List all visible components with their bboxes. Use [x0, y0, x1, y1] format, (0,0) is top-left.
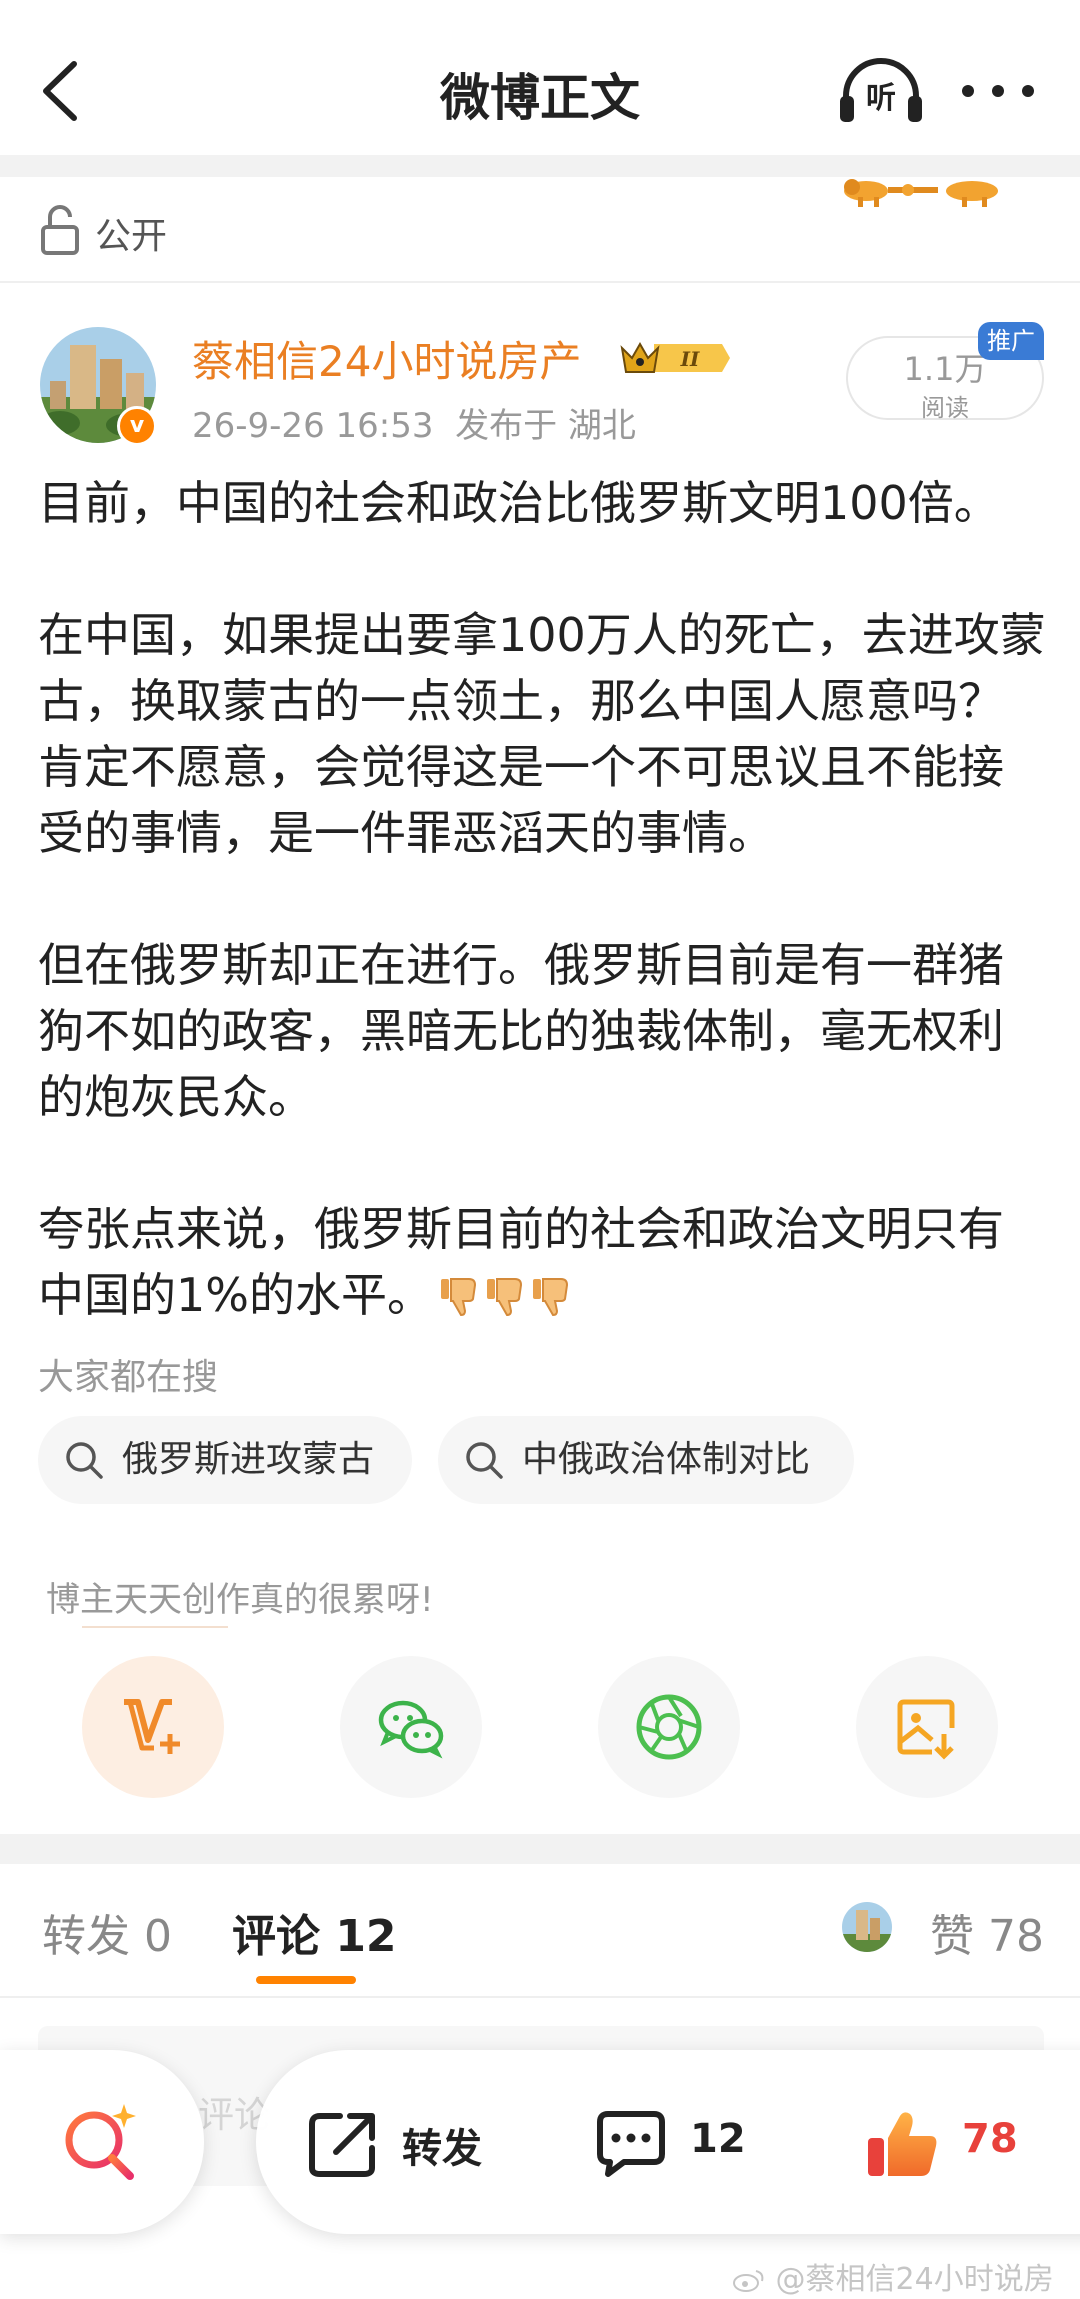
post-paragraph: 在中国，如果提出要拿100万人的死亡，去进攻蒙古，换取蒙古的一点领土，那么中国人…: [38, 608, 1046, 860]
trending-search-heading: 大家都在搜: [38, 1357, 219, 1398]
member-crown-badge-icon[interactable]: II: [618, 336, 730, 380]
visibility-row: 公开: [0, 177, 1080, 283]
repost-label: 转发: [402, 2126, 482, 2172]
save-image-icon: [897, 1699, 955, 1760]
unlocked-icon: [41, 205, 79, 255]
moments-icon: [636, 1694, 702, 1760]
tab-reposts[interactable]: 转发 0: [42, 1900, 172, 1964]
post-location: 发布于 湖北: [455, 406, 636, 446]
post-paragraph-last: 夸张点来说，俄罗斯目前的社会和政治文明只有中国的1%的水平。: [38, 1196, 1048, 1328]
post-body: 目前，中国的社会和政治比俄罗斯文明100倍。 在中国，如果提出要拿100万人的死…: [38, 470, 1048, 1328]
post-date: 26-9-26 16:53: [192, 406, 434, 446]
save-image-button[interactable]: [856, 1656, 998, 1798]
v-plus-icon: [124, 1699, 180, 1754]
wechat-icon: [378, 1700, 444, 1759]
reward-tip-text: 博主天天创作真的很累呀!: [46, 1580, 434, 1620]
bottom-action-bar: 转发 12 78: [256, 2050, 1080, 2234]
trending-search-label: 俄罗斯进攻蒙古: [122, 1439, 375, 1480]
share-moments-button[interactable]: [598, 1656, 740, 1798]
share-v-plus-button[interactable]: [82, 1656, 224, 1798]
floating-search-button[interactable]: [0, 2050, 204, 2234]
liker-avatar[interactable]: [842, 1902, 892, 1952]
author-name[interactable]: 蔡相信24小时说房产: [192, 328, 581, 389]
like-count: 78: [962, 2116, 1018, 2162]
tab-comments[interactable]: 评论 12: [232, 1900, 397, 1964]
post-paragraph: 但在俄罗斯却正在进行。俄罗斯目前是有一群猪狗不如的政客，黑暗无比的独裁体制，毫无…: [38, 938, 1004, 1124]
more-options-icon[interactable]: [960, 76, 1036, 106]
search-icon: [66, 1442, 103, 1479]
listen-label: 听: [866, 81, 896, 116]
visibility-label: 公开: [95, 216, 168, 257]
weibo-logo-icon: [733, 2270, 764, 2292]
comment-count: 12: [690, 2116, 746, 2162]
section-divider: [0, 155, 1080, 177]
top-nav-bar: 微博正文 听: [0, 0, 1080, 155]
active-tab-indicator: [256, 1976, 356, 1984]
trending-search-chip[interactable]: 俄罗斯进攻蒙古: [38, 1416, 412, 1504]
read-count-label: 阅读: [921, 394, 969, 422]
headphones-listen-icon[interactable]: 听: [838, 56, 924, 126]
verified-badge: v: [117, 406, 157, 446]
like-button[interactable]: 78: [866, 2050, 1066, 2234]
watermark: @蔡相信24小时说房产: [732, 2254, 1080, 2299]
post-paragraph: 目前，中国的社会和政治比俄罗斯文明100倍。: [38, 476, 1000, 530]
thumbs-up-icon: [868, 2112, 937, 2176]
sparkle-search-icon: [65, 2104, 136, 2180]
thumbs-down-icon: [440, 1278, 476, 1317]
repost-share-icon: [309, 2113, 375, 2177]
dachshund-decoration-icon: [844, 179, 998, 207]
promo-tag[interactable]: 推广: [978, 322, 1044, 360]
badge-level: II: [680, 347, 700, 371]
comment-button[interactable]: 12: [594, 2050, 774, 2234]
thumbs-down-icon: [486, 1278, 522, 1317]
tip-underline: [82, 1626, 228, 1628]
comment-bubble-icon: [597, 2111, 665, 2177]
share-wechat-button[interactable]: [340, 1656, 482, 1798]
post-meta: 26-9-26 16:53 发布于 湖北: [192, 398, 636, 447]
watermark-text: @蔡相信24小时说房产: [775, 2262, 1054, 2297]
trending-search-chip[interactable]: 中俄政治体制对比: [438, 1416, 854, 1504]
tab-likes[interactable]: 赞 78: [930, 1900, 1044, 1964]
repost-button[interactable]: 转发: [306, 2050, 506, 2234]
tabs-divider: [0, 1996, 1080, 1998]
section-divider: [0, 1834, 1080, 1864]
thumbs-down-icon: [532, 1278, 568, 1317]
trending-search-label: 中俄政治体制对比: [522, 1439, 811, 1480]
search-icon: [466, 1442, 503, 1479]
